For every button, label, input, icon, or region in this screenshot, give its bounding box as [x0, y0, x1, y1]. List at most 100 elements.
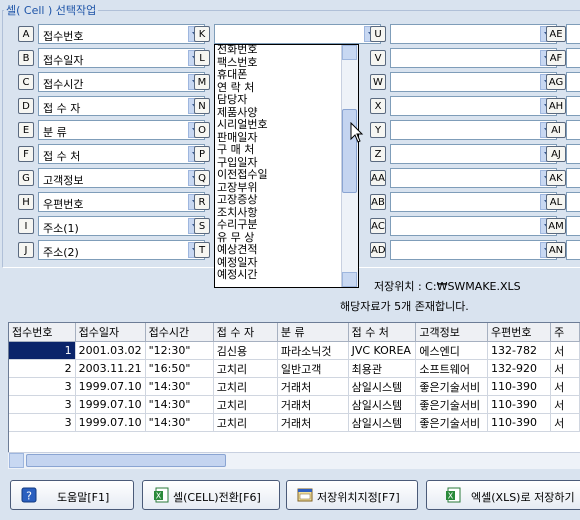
field-combo[interactable] [566, 24, 580, 44]
field-combo[interactable] [566, 144, 580, 164]
table-cell[interactable]: "14:30" [145, 413, 214, 432]
table-cell[interactable]: 거래처 [277, 413, 349, 432]
table-cell[interactable]: 고치리 [213, 359, 278, 378]
field-combo[interactable] [566, 216, 580, 236]
dropdown-list[interactable]: 전화번호 팩스번호 휴대폰 연 락 처 담당자 제품사양 시리얼번호 판매일자 구 매 처 구입일… [214, 44, 359, 288]
dropdown-item[interactable]: 고장증상 [217, 194, 343, 205]
column-letter-button[interactable]: J [18, 242, 34, 258]
column-letter-button[interactable]: AA [370, 170, 386, 186]
table-cell[interactable]: 삼일시스템 [348, 413, 417, 432]
dropdown-scrollbar[interactable] [341, 45, 358, 287]
table-cell[interactable]: 서 [550, 359, 580, 378]
column-letter-button[interactable]: AB [370, 194, 386, 210]
dropdown-item[interactable]: 구 매 처 [217, 144, 343, 155]
table-cell[interactable]: "12:30" [145, 341, 214, 360]
excel-save-button[interactable]: X 엑셀(XLS)로 저장하기 [426, 480, 580, 510]
table-cell[interactable]: 3 [9, 395, 76, 414]
scroll-up-button[interactable] [342, 45, 357, 60]
table-cell[interactable]: "16:50" [145, 359, 214, 378]
dropdown-item[interactable]: 팩스번호 [217, 57, 343, 68]
table-cell[interactable]: 3 [9, 413, 76, 432]
column-letter-button[interactable]: AJ [546, 146, 566, 162]
table-cell[interactable]: 고치리 [213, 377, 278, 396]
field-combo[interactable] [214, 24, 381, 44]
column-letter-button[interactable]: T [194, 242, 210, 258]
table-row[interactable]: 3 1999.07.10 "14:30" 고치리 거래처 삼일시스템 좋은기술서비 110-3… [9, 395, 580, 414]
table-cell[interactable]: 1999.07.10 [75, 377, 146, 396]
field-combo[interactable] [566, 96, 580, 116]
table-cell[interactable]: 1999.07.10 [75, 395, 146, 414]
column-letter-button[interactable]: B [18, 50, 34, 66]
field-combo[interactable] [390, 240, 557, 260]
field-combo[interactable]: 고객정보 [38, 168, 205, 188]
column-letter-button[interactable]: G [18, 170, 34, 186]
column-letter-button[interactable]: AE [546, 26, 566, 42]
table-column-header[interactable]: 접 수 자 [213, 323, 278, 342]
table-cell[interactable]: 132-920 [487, 359, 552, 378]
table-cell[interactable]: 소프트웨어 [415, 359, 489, 378]
table-cell[interactable]: 2003.11.21 [75, 359, 146, 378]
table-cell[interactable]: 110-390 [487, 377, 552, 396]
dropdown-item[interactable]: 이전접수일 [217, 169, 343, 180]
column-letter-button[interactable]: AI [546, 122, 566, 138]
column-letter-button[interactable]: F [18, 146, 34, 162]
field-combo[interactable] [566, 240, 580, 260]
column-letter-button[interactable]: AD [370, 242, 386, 258]
table-cell[interactable]: 132-782 [487, 341, 552, 360]
field-combo[interactable]: 접수일자 [38, 48, 205, 68]
field-combo[interactable]: 주소(1) [38, 216, 205, 236]
table-cell[interactable]: 좋은기술서비 [415, 413, 489, 432]
table-cell[interactable]: 고치리 [213, 413, 278, 432]
field-combo[interactable] [390, 168, 557, 188]
table-row[interactable]: 3 1999.07.10 "14:30" 고치리 거래처 삼일시스템 좋은기술서비 110-3… [9, 413, 580, 432]
scroll-left-button[interactable] [9, 453, 24, 468]
table-cell[interactable]: 일반고객 [277, 359, 349, 378]
column-letter-button[interactable]: Q [194, 170, 210, 186]
table-cell[interactable]: 1 [9, 341, 76, 360]
column-letter-button[interactable]: Y [370, 122, 386, 138]
dropdown-item[interactable]: 휴대폰 [217, 69, 343, 80]
column-letter-button[interactable]: AH [546, 98, 566, 114]
dropdown-item[interactable]: 예정시간 [217, 269, 343, 280]
table-cell[interactable]: 삼일시스템 [348, 395, 417, 414]
table-cell[interactable]: 서 [550, 377, 580, 396]
field-combo[interactable] [390, 96, 557, 116]
dropdown-item[interactable]: 제품사양 [217, 107, 343, 118]
column-letter-button[interactable]: AL [546, 194, 566, 210]
column-letter-button[interactable]: M [194, 74, 210, 90]
column-letter-button[interactable]: D [18, 98, 34, 114]
dropdown-item[interactable]: 전화번호 [217, 45, 343, 55]
horizontal-scroll-thumb[interactable] [26, 454, 226, 467]
table-cell[interactable]: 고치리 [213, 395, 278, 414]
field-combo[interactable]: 접 수 자 [38, 96, 205, 116]
column-letter-button[interactable]: S [194, 218, 210, 234]
field-combo[interactable] [390, 72, 557, 92]
field-combo[interactable] [390, 120, 557, 140]
table-cell[interactable]: 2001.03.02 [75, 341, 146, 360]
table-column-header[interactable]: 고객정보 [415, 323, 489, 342]
field-combo[interactable] [390, 48, 557, 68]
field-combo[interactable] [566, 120, 580, 140]
field-combo[interactable]: 접 수 처 [38, 144, 205, 164]
field-combo[interactable]: 주소(2) [38, 240, 205, 260]
table-column-header[interactable]: 접수번호 [9, 323, 76, 342]
table-cell[interactable]: 서 [550, 341, 580, 360]
column-letter-button[interactable]: AM [546, 218, 566, 234]
column-letter-button[interactable]: AN [546, 242, 566, 258]
column-letter-button[interactable]: C [18, 74, 34, 90]
table-cell[interactable]: 삼일시스템 [348, 377, 417, 396]
table-column-header[interactable]: 분 류 [277, 323, 349, 342]
cell-convert-button[interactable]: X 셀(CELL)전환[F6] [142, 480, 280, 510]
table-cell[interactable]: 거래처 [277, 395, 349, 414]
column-letter-button[interactable]: W [370, 74, 386, 90]
table-column-header[interactable]: 접수시간 [145, 323, 214, 342]
column-letter-button[interactable]: AG [546, 74, 566, 90]
table-row[interactable]: 2 2003.11.21 "16:50" 고치리 일반고객 최용관 소프트웨어 132-920… [9, 359, 580, 378]
column-letter-button[interactable]: N [194, 98, 210, 114]
column-letter-button[interactable]: L [194, 50, 210, 66]
dropdown-item[interactable]: 시리얼번호 [217, 119, 343, 130]
column-letter-button[interactable]: U [370, 26, 386, 42]
field-combo[interactable] [390, 144, 557, 164]
table-row[interactable]: 1 2001.03.02 "12:30" 김신용 파라소닉것 JVC KOREA 에스엔디 1… [9, 341, 580, 360]
table-column-header[interactable]: 접수일자 [75, 323, 146, 342]
